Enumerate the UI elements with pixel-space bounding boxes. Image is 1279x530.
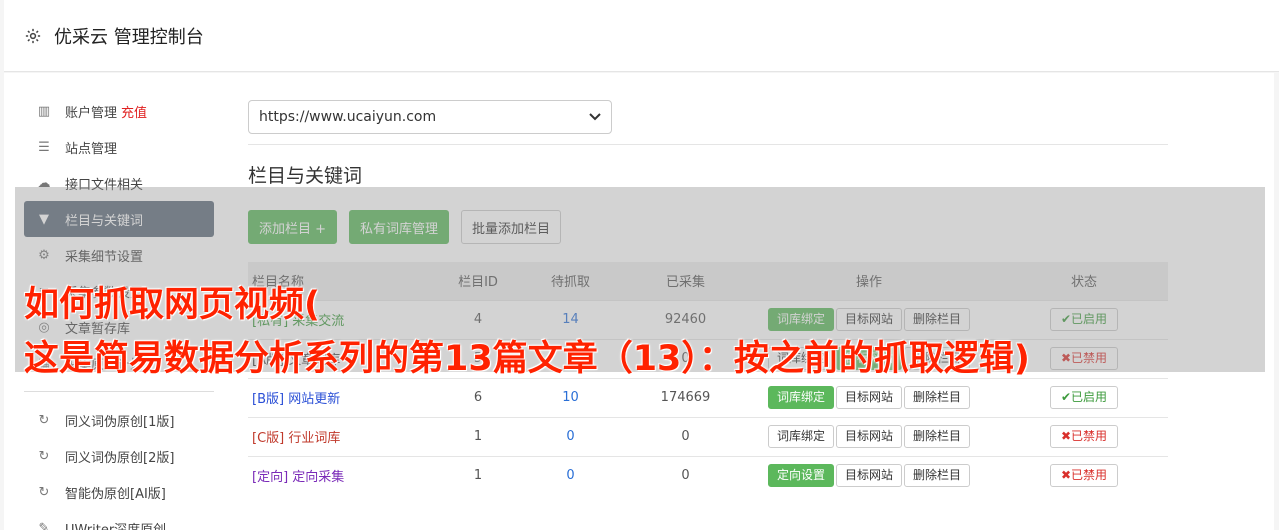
column-name: 定向采集 xyxy=(292,470,345,486)
app-title: 优采云 管理控制台 xyxy=(54,26,204,48)
edit-icon: ✎ xyxy=(38,520,50,530)
sidebar-divider xyxy=(24,391,214,392)
status-label: 已禁用 xyxy=(1071,468,1108,483)
collected-count: 0 xyxy=(633,416,738,456)
column-tag: [B版] xyxy=(252,392,285,407)
collected-count: 0 xyxy=(633,455,738,495)
sidebar-item-label: 账户管理 xyxy=(65,105,118,121)
status-toggle[interactable]: ✖已禁用 xyxy=(1049,464,1119,488)
table-row: [定向] 定向采集 1 0 0 定向设置 目标网站 删除栏目 ✖已禁用 xyxy=(248,455,1168,495)
divider xyxy=(248,144,1168,145)
sidebar-item-account[interactable]: ▥ 账户管理 充值 xyxy=(24,93,214,129)
target-site-button[interactable]: 目标网站 xyxy=(835,464,902,488)
delete-column-button[interactable]: 删除栏目 xyxy=(904,386,971,409)
column-tag: [定向] xyxy=(252,470,289,486)
pending-count[interactable]: 0 xyxy=(566,429,574,444)
target-site-button[interactable]: 目标网站 xyxy=(835,425,902,448)
column-tag: [C版] xyxy=(252,431,285,446)
sidebar-item-label: UWriter深度原创 xyxy=(65,522,167,530)
actions-cell: 词库绑定 目标网站 删除栏目 xyxy=(738,416,1000,456)
column-name: 行业词库 xyxy=(288,431,341,446)
site-select[interactable]: https://www.ucaiyun.com xyxy=(248,100,612,134)
chevron-down-icon xyxy=(589,113,601,121)
sidebar-item-label: 同义词伪原创[2版] xyxy=(65,450,175,466)
refresh-icon: ↻ xyxy=(38,412,50,428)
delete-column-button[interactable]: 删除栏目 xyxy=(904,464,971,488)
status-label: 已禁用 xyxy=(1071,429,1108,443)
recharge-link[interactable]: 充值 xyxy=(121,102,147,121)
lexicon-bind-button[interactable]: 词库绑定 xyxy=(767,386,834,409)
check-icon: ✔ xyxy=(1060,390,1072,404)
table-row: [B版] 网站更新 6 10 174669 词库绑定 目标网站 删除栏目 ✔已启用 xyxy=(248,377,1168,417)
status-toggle[interactable]: ✖已禁用 xyxy=(1049,425,1119,448)
pending-count[interactable]: 10 xyxy=(562,390,579,405)
collected-count: 174669 xyxy=(633,377,738,417)
column-id: 6 xyxy=(448,377,508,417)
sidebar-item-sites[interactable]: ☰ 站点管理 xyxy=(24,129,214,165)
target-site-button[interactable]: 目标网站 xyxy=(835,386,902,409)
refresh-icon: ↻ xyxy=(38,484,50,500)
app-root: 优采云 管理控制台 ▥ 账户管理 充值 ☰ 站点管理 ☁ 接口文件相关 ▼ 栏目… xyxy=(0,0,1279,530)
overlay-caption-line2: 这是简易数据分析系列的第13篇文章（13）：按之前的抓取逻辑) xyxy=(24,339,1030,379)
column-name-cell[interactable]: [C版] 行业词库 xyxy=(248,416,448,456)
column-id: 1 xyxy=(448,455,508,495)
section-title: 栏目与关键词 xyxy=(248,165,363,187)
actions-cell: 词库绑定 目标网站 删除栏目 xyxy=(738,377,1000,417)
column-id: 1 xyxy=(448,416,508,456)
status-label: 已启用 xyxy=(1071,390,1108,404)
cross-icon: ✖ xyxy=(1060,429,1072,443)
sidebar-item-synonym-v1[interactable]: ↻ 同义词伪原创[1版] xyxy=(24,402,214,438)
column-name: 网站更新 xyxy=(288,392,341,407)
sidebar-item-uwriter[interactable]: ✎ UWriter深度原创 xyxy=(24,510,214,530)
table-row: [C版] 行业词库 1 0 0 词库绑定 目标网站 删除栏目 ✖已禁用 xyxy=(248,416,1168,456)
server-icon: ☰ xyxy=(38,139,50,155)
sidebar-item-label: 智能伪原创[AI版] xyxy=(65,486,166,502)
sidebar-item-synonym-v2[interactable]: ↻ 同义词伪原创[2版] xyxy=(24,438,214,474)
overlay-caption-line1: 如何抓取网页视频( xyxy=(24,285,320,325)
pending-count[interactable]: 0 xyxy=(566,468,574,483)
column-name-cell[interactable]: [定向] 定向采集 xyxy=(248,455,448,495)
sidebar-item-label: 站点管理 xyxy=(65,141,118,157)
bar-chart-icon: ▥ xyxy=(37,103,51,119)
status-toggle[interactable]: ✔已启用 xyxy=(1049,386,1119,409)
lexicon-bind-button[interactable]: 定向设置 xyxy=(767,464,834,488)
site-select-value: https://www.ucaiyun.com xyxy=(259,109,437,125)
cross-icon: ✖ xyxy=(1060,468,1072,483)
sidebar-item-label: 同义词伪原创[1版] xyxy=(65,414,175,430)
column-name-cell[interactable]: [B版] 网站更新 xyxy=(248,377,448,417)
lexicon-bind-button[interactable]: 词库绑定 xyxy=(767,425,834,448)
gear-icon xyxy=(25,28,41,43)
sidebar-item-ai-rewrite[interactable]: ↻ 智能伪原创[AI版] xyxy=(24,474,214,510)
top-header: 优采云 管理控制台 xyxy=(4,0,1279,72)
delete-column-button[interactable]: 删除栏目 xyxy=(904,425,971,448)
actions-cell: 定向设置 目标网站 删除栏目 xyxy=(738,455,1000,495)
refresh-icon: ↻ xyxy=(38,448,50,464)
